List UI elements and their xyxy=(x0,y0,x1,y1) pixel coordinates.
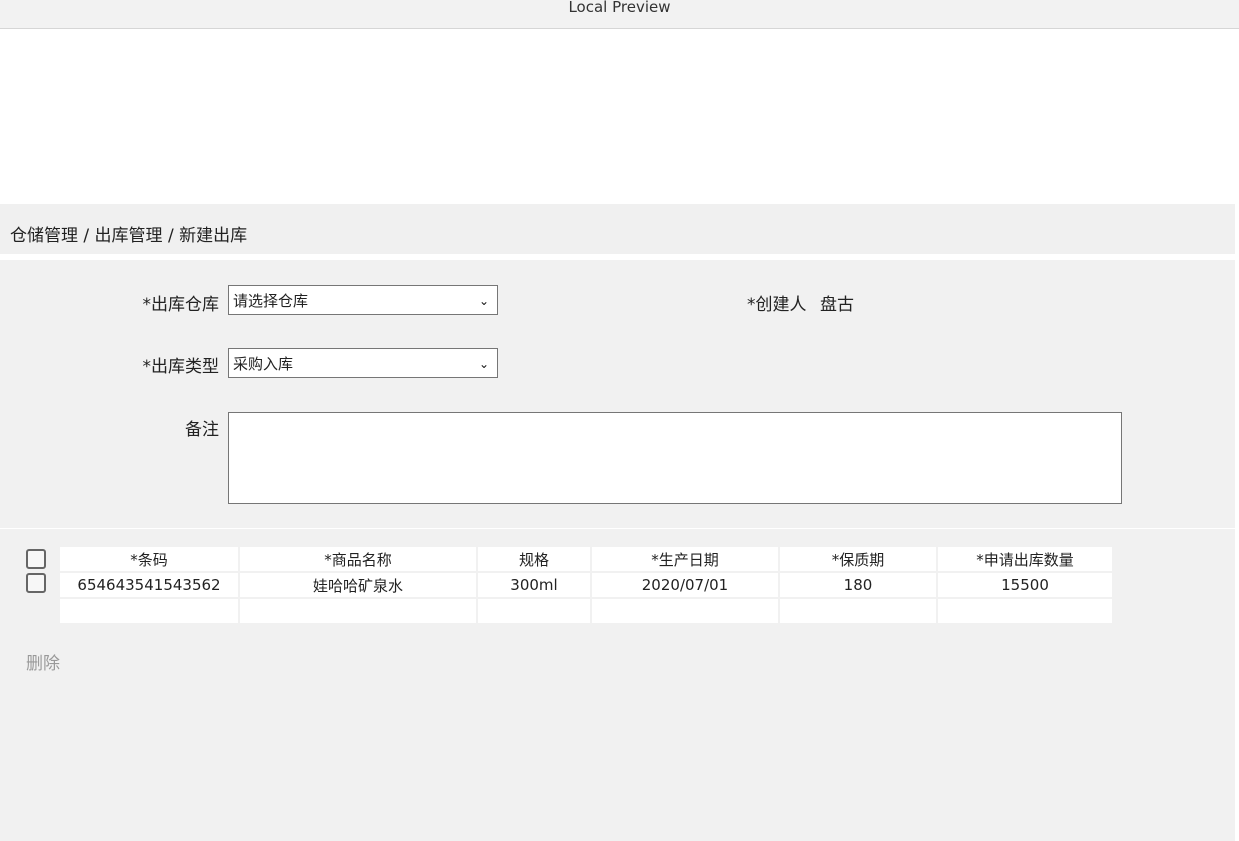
cell-spec[interactable] xyxy=(478,599,590,623)
blank-area xyxy=(0,29,1239,204)
column-header-barcode: *条码 xyxy=(60,547,238,571)
delete-button[interactable]: 删除 xyxy=(26,649,60,674)
cell-barcode[interactable]: 654643541543562 xyxy=(60,573,238,597)
cell-product-name[interactable]: 娃哈哈矿泉水 xyxy=(240,573,476,597)
warehouse-select[interactable]: 请选择仓库 ⌄ xyxy=(228,285,498,315)
table-row[interactable] xyxy=(60,599,1112,623)
warehouse-label: *出库仓库 xyxy=(142,295,220,315)
column-header-spec: 规格 xyxy=(478,547,590,571)
form-panel: *出库仓库 请选择仓库 ⌄ *创建人 盘古 *出库类型 采购入库 ⌄ 备注 *条… xyxy=(0,260,1235,841)
table-header-row: *条码 *商品名称 规格 *生产日期 *保质期 *申请出库数量 xyxy=(60,547,1112,571)
remark-textarea[interactable] xyxy=(228,412,1122,504)
window-title: Local Preview xyxy=(568,0,671,16)
remark-label: 备注 xyxy=(185,420,219,440)
table-row[interactable]: 654643541543562 娃哈哈矿泉水 300ml 2020/07/01 … xyxy=(60,573,1112,597)
column-header-production-date: *生产日期 xyxy=(592,547,778,571)
cell-quantity[interactable] xyxy=(938,599,1112,623)
window-title-bar: Local Preview xyxy=(0,0,1239,29)
chevron-down-icon: ⌄ xyxy=(478,294,489,308)
column-header-shelf-life: *保质期 xyxy=(780,547,936,571)
select-all-checkbox[interactable] xyxy=(26,549,46,569)
cell-shelf-life[interactable] xyxy=(780,599,936,623)
column-header-product-name: *商品名称 xyxy=(240,547,476,571)
cell-spec[interactable]: 300ml xyxy=(478,573,590,597)
cell-quantity[interactable]: 15500 xyxy=(938,573,1112,597)
row-checkbox[interactable] xyxy=(26,573,46,593)
cell-shelf-life[interactable]: 180 xyxy=(780,573,936,597)
cell-production-date[interactable] xyxy=(592,599,778,623)
chevron-down-icon: ⌄ xyxy=(478,357,489,371)
divider xyxy=(0,528,1235,529)
clipped-side-panel xyxy=(1234,260,1239,740)
type-label: *出库类型 xyxy=(142,357,220,377)
cell-barcode[interactable] xyxy=(60,599,238,623)
breadcrumb-bar: 仓储管理 / 出库管理 / 新建出库 xyxy=(0,204,1235,254)
cell-production-date[interactable]: 2020/07/01 xyxy=(592,573,778,597)
items-table: *条码 *商品名称 规格 *生产日期 *保质期 *申请出库数量 65464354… xyxy=(58,545,1114,625)
creator-label: *创建人 xyxy=(747,295,807,315)
type-select-value: 采购入库 xyxy=(233,355,294,373)
breadcrumb: 仓储管理 / 出库管理 / 新建出库 xyxy=(10,226,248,246)
warehouse-select-value: 请选择仓库 xyxy=(233,292,309,310)
creator-value: 盘古 xyxy=(820,295,854,315)
column-header-quantity: *申请出库数量 xyxy=(938,547,1112,571)
cell-product-name[interactable] xyxy=(240,599,476,623)
type-select[interactable]: 采购入库 ⌄ xyxy=(228,348,498,378)
